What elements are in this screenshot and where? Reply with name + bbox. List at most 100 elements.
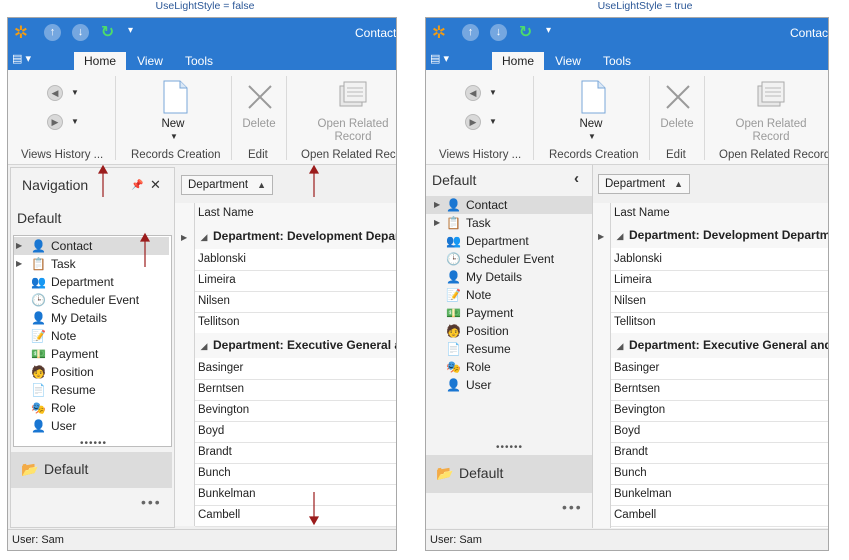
nav-item-label: Contact: [466, 198, 508, 212]
ribbon-separator: [533, 76, 534, 160]
nav-item-note[interactable]: 📝 Note: [426, 286, 592, 304]
open-related-label-1: Open Related: [735, 118, 807, 130]
ribbon-separator: [704, 76, 705, 160]
table-row[interactable]: Tellitson: [611, 312, 828, 334]
app-logo-icon[interactable]: ✲: [430, 24, 448, 42]
group-label-records-creation: Records Creation: [549, 149, 639, 161]
splitter-grip[interactable]: ••••••: [496, 442, 523, 453]
group-panel: Department ▲: [593, 165, 828, 203]
ribbon-separator: [649, 76, 650, 160]
group-by-department[interactable]: Department ▲: [598, 174, 690, 194]
collapse-icon[interactable]: ◢: [611, 224, 629, 248]
table-row[interactable]: Bunkelman: [611, 484, 828, 506]
nav-item-label: Scheduler Event: [466, 252, 555, 266]
table-row[interactable]: Bevington: [611, 400, 828, 422]
nav-item-label: Position: [466, 324, 509, 338]
user-icon: 👤: [446, 378, 461, 392]
row-indicator-column: [593, 203, 611, 528]
delete-button[interactable]: Delete: [655, 118, 699, 131]
grid: Department ▲ Last Name ▶ ◢ Department: Dev…: [593, 165, 828, 528]
nav-item-label: Resume: [466, 342, 511, 356]
collapse-icon[interactable]: ◢: [611, 334, 629, 358]
forward-icon[interactable]: ↓: [490, 24, 507, 41]
collapse-pane-icon[interactable]: ‹: [574, 170, 579, 187]
back-icon[interactable]: ↑: [462, 24, 479, 41]
navigation-pane: Default ‹ ▶ 👤 Contact ▶ 📋 Task 👥 Department 🕒…: [426, 165, 593, 528]
table-row[interactable]: Bunch: [611, 463, 828, 485]
payment-icon: 💵: [446, 306, 461, 320]
new-document-icon[interactable]: [578, 80, 608, 114]
nav-item-label: Role: [466, 360, 491, 374]
ribbon-tabs: ▤ ▾ Home View Tools: [426, 48, 828, 70]
title-bar: ✲ ↑ ↓ ↻ ▾ Contact: [426, 18, 828, 48]
table-row[interactable]: Boyd: [611, 421, 828, 443]
new-button[interactable]: New: [571, 118, 611, 131]
group-by-label: Department: [605, 178, 666, 190]
department-icon: 👥: [446, 234, 461, 248]
nav-item-department[interactable]: 👥 Department: [426, 232, 592, 250]
group-row-label: Department: Executive General and Admini…: [629, 338, 828, 352]
nav-item-label: Payment: [466, 306, 514, 320]
open-related-record-icon[interactable]: [756, 80, 786, 114]
column-header-last-name[interactable]: Last Name: [611, 203, 828, 225]
table-row[interactable]: Basinger: [611, 358, 828, 380]
nav-item-label: My Details: [466, 270, 523, 284]
nav-item-scheduler-event[interactable]: 🕒 Scheduler Event: [426, 250, 592, 268]
group-label-open-related: Open Related Record: [719, 149, 829, 161]
history-forward-icon[interactable]: ▶: [465, 114, 481, 130]
table-row[interactable]: Nilsen: [611, 291, 828, 313]
expand-icon[interactable]: ▶: [434, 214, 442, 232]
nav-item-payment[interactable]: 💵 Payment: [426, 304, 592, 322]
delete-icon[interactable]: [663, 80, 693, 114]
nav-group-label: Default: [459, 465, 504, 481]
chevron-down-icon[interactable]: ▼: [588, 132, 596, 141]
nav-item-label: Note: [466, 288, 492, 302]
table-row[interactable]: Limeira: [611, 270, 828, 292]
tab-tools[interactable]: Tools: [596, 52, 638, 70]
group-row[interactable]: ◢Department: Executive General and Admin…: [611, 333, 828, 358]
nav-tree: ▶ 👤 Contact ▶ 📋 Task 👥 Department 🕒 Scheduler …: [426, 196, 592, 406]
ribbon: ◀ ▼ ▶ ▼ Views History ... New ▼ Records …: [426, 70, 828, 165]
history-back-icon[interactable]: ◀: [465, 85, 481, 101]
role-icon: 🎭: [446, 360, 461, 374]
more-options-icon[interactable]: •••: [562, 499, 583, 515]
resume-icon: 📄: [446, 342, 461, 356]
open-related-record-button[interactable]: Open Related Record: [726, 118, 816, 144]
group-label-edit: Edit: [666, 149, 686, 161]
nav-item-task[interactable]: ▶ 📋 Task: [426, 214, 592, 232]
quick-access-dropdown-icon[interactable]: ▾: [546, 25, 551, 36]
expand-icon[interactable]: ▶: [434, 196, 442, 214]
note-icon: 📝: [446, 288, 461, 302]
table-row[interactable]: Jablonski: [611, 249, 828, 271]
table-row[interactable]: Berntsen: [611, 379, 828, 401]
sort-up-icon: ▲: [674, 179, 683, 189]
group-label-views-history: Views History ...: [439, 149, 522, 161]
my-details-icon: 👤: [446, 270, 461, 284]
nav-item-contact[interactable]: ▶ 👤 Contact: [426, 196, 592, 214]
table-row[interactable]: Brandt: [611, 442, 828, 464]
group-row-label: Department: Development Department: [629, 228, 828, 242]
row-expand-icon[interactable]: ▶: [598, 232, 604, 241]
nav-item-resume[interactable]: 📄 Resume: [426, 340, 592, 358]
window-title: Contact: [790, 26, 829, 40]
position-icon: 🧑: [446, 324, 461, 338]
tab-home[interactable]: Home: [492, 52, 544, 70]
app-menu-button[interactable]: ▤ ▾: [430, 52, 464, 66]
scheduler-event-icon: 🕒: [446, 252, 461, 266]
chevron-down-icon[interactable]: ▼: [489, 88, 497, 97]
nav-item-label: User: [466, 378, 492, 392]
nav-item-role[interactable]: 🎭 Role: [426, 358, 592, 376]
nav-item-my-details[interactable]: 👤 My Details: [426, 268, 592, 286]
folder-icon: 📂: [436, 465, 454, 481]
group-row[interactable]: ◢Department: Development Department: [611, 223, 828, 248]
nav-group-default[interactable]: 📂 Default: [426, 455, 592, 493]
refresh-icon[interactable]: ↻: [517, 24, 534, 41]
chevron-down-icon[interactable]: ▼: [489, 117, 497, 126]
nav-item-user[interactable]: 👤 User: [426, 376, 592, 394]
window-right: ✲ ↑ ↓ ↻ ▾ Contact ▤ ▾ Home View Tools ◀ …: [425, 17, 829, 551]
table-row[interactable]: Cambell: [611, 505, 828, 527]
tab-view[interactable]: View: [550, 52, 586, 70]
task-icon: 📋: [446, 216, 461, 230]
nav-item-label: Task: [466, 216, 491, 230]
nav-item-position[interactable]: 🧑 Position: [426, 322, 592, 340]
